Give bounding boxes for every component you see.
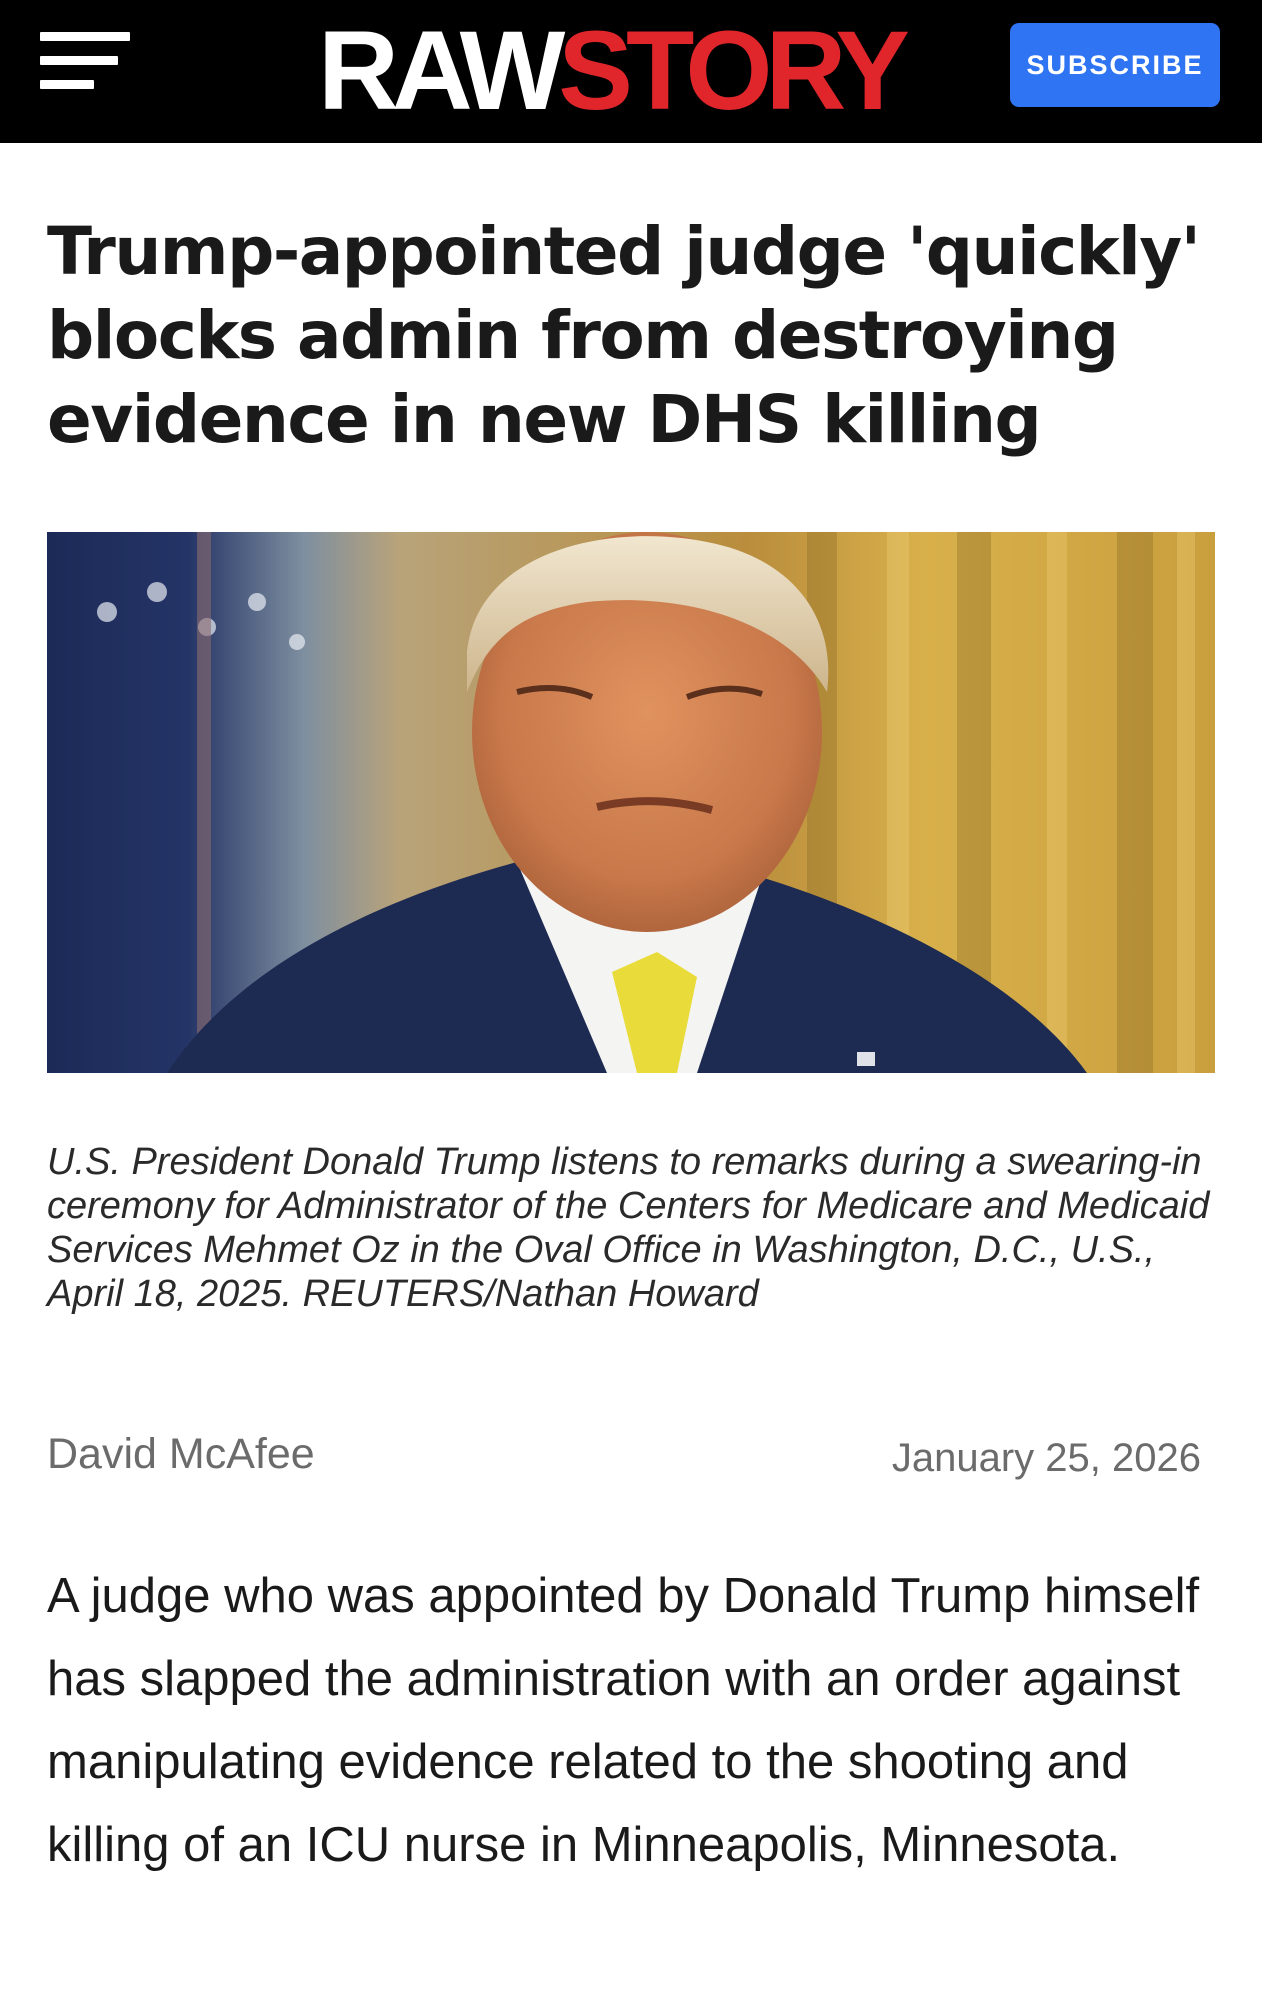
menu-line: [40, 56, 118, 65]
hero-photo-illustration: [47, 532, 1215, 1073]
article-body-paragraph: A judge who was appointed by Donald Trum…: [47, 1569, 1200, 1872]
menu-line: [40, 80, 94, 89]
site-header: RAW STORY SUBSCRIBE: [0, 0, 1262, 143]
image-caption: U.S. President Donald Trump listens to r…: [47, 1141, 1210, 1315]
logo-part-story: STORY: [558, 8, 910, 133]
article-author[interactable]: David McAfee: [47, 1430, 315, 1479]
article-hero-image: [47, 532, 1215, 1073]
site-logo[interactable]: RAW STORY: [318, 6, 910, 136]
menu-line: [40, 32, 130, 41]
article-date: January 25, 2026: [891, 1436, 1201, 1480]
article-headline: Trump-appointed judge 'quickly' blocks a…: [47, 213, 1201, 458]
subscribe-button[interactable]: SUBSCRIBE: [1010, 23, 1220, 107]
logo-part-raw: RAW: [318, 8, 565, 133]
hamburger-menu-icon[interactable]: [40, 30, 132, 92]
